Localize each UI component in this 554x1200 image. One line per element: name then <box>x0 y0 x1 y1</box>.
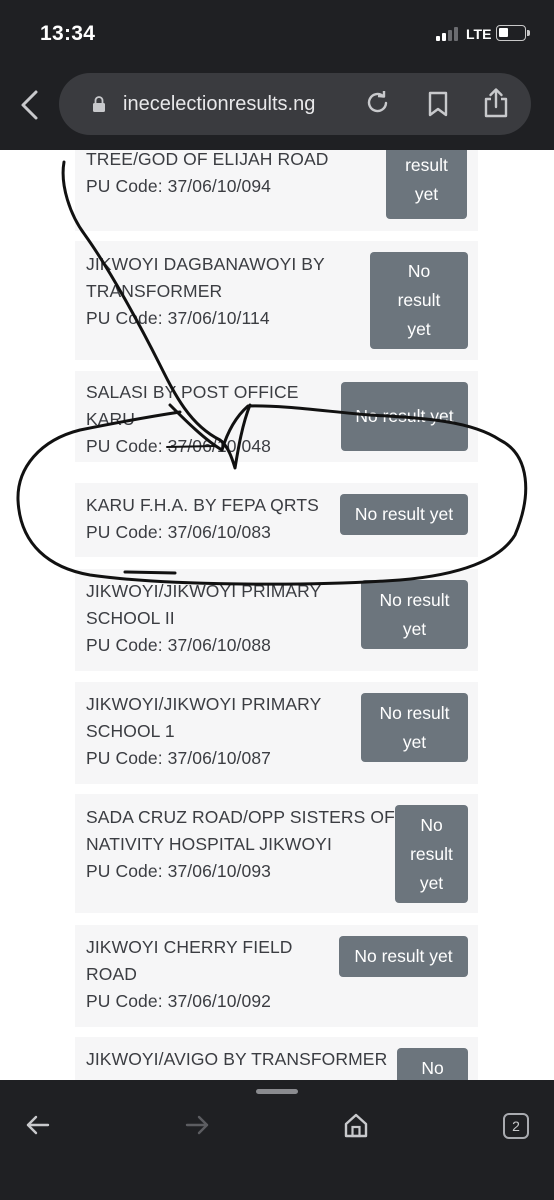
url-text[interactable]: inecelectionresults.ng <box>123 93 315 116</box>
status-badge: No result yet <box>395 805 468 903</box>
status-badge: No result yet <box>361 580 468 649</box>
browser-bottom-bar: 2 <box>0 1080 554 1200</box>
tab-switcher-button[interactable]: 2 <box>503 1113 529 1139</box>
list-item: SALASI BY POST OFFICE KARU PU Code: 37/0… <box>75 371 478 462</box>
status-badge: result yet <box>386 150 467 219</box>
polling-unit-code: PU Code: 37/06/10/048 <box>86 436 272 456</box>
polling-unit-code: PU Code: 37/06/10/093 <box>86 861 272 881</box>
status-badge: No <box>397 1048 468 1080</box>
polling-unit-code: PU Code: 37/06/10/083 <box>86 522 272 542</box>
polling-unit-code: PU Code: 37/06/10/088 <box>86 635 272 655</box>
reload-icon[interactable] <box>364 90 392 118</box>
page-content: TREE/GOD OF ELIJAH ROAD PU Code: 37/06/1… <box>0 150 554 1080</box>
back-button[interactable] <box>16 88 46 122</box>
polling-unit-name: JIKWOYI/JIKWOYI PRIMARY SCHOOL 1 <box>86 694 322 741</box>
list-item: JIKWOYI CHERRY FIELD ROAD PU Code: 37/06… <box>75 925 478 1027</box>
status-bar: 13:34 LTE <box>0 0 554 66</box>
drag-handle[interactable] <box>256 1089 298 1094</box>
list-item: JIKWOYI/JIKWOYI PRIMARY SCHOOL II PU Cod… <box>75 569 478 671</box>
polling-unit-name: JIKWOYI/JIKWOYI PRIMARY SCHOOL II <box>86 581 322 628</box>
status-badge: No result yet <box>340 494 468 535</box>
list-item: SADA CRUZ ROAD/OPP SISTERS OF NATIVITY H… <box>75 794 478 913</box>
browser-top-bar: 13:34 LTE inecelectionresults.ng <box>0 0 554 150</box>
status-badge: No result yet <box>361 693 468 762</box>
polling-unit-name: JIKWOYI CHERRY FIELD ROAD <box>86 937 293 984</box>
polling-unit-code: PU Code: 37/06/10/087 <box>86 748 272 768</box>
polling-unit-code: PU Code: 37/06/10/092 <box>86 991 272 1011</box>
back-arrow-icon[interactable] <box>25 1114 51 1136</box>
status-badge: No result yet <box>339 936 468 977</box>
list-item: JIKWOYI/JIKWOYI PRIMARY SCHOOL 1 PU Code… <box>75 682 478 784</box>
polling-unit-name: JIKWOYI/AVIGO BY TRANSFORMER <box>86 1049 388 1069</box>
list-item: KARU F.H.A. BY FEPA QRTS PU Code: 37/06/… <box>75 483 478 557</box>
lock-icon <box>93 96 105 112</box>
bookmark-icon[interactable] <box>426 91 450 117</box>
status-badge: No result yet <box>370 252 468 349</box>
address-bar[interactable]: inecelectionresults.ng <box>59 73 531 135</box>
polling-unit-code: PU Code: 37/06/10/094 <box>86 176 272 196</box>
battery-icon <box>496 25 530 41</box>
list-item: TREE/GOD OF ELIJAH ROAD PU Code: 37/06/1… <box>75 150 478 231</box>
polling-unit-name: JIKWOYI DAGBANAWOYI BY TRANSFORMER <box>86 254 325 301</box>
forward-arrow-icon[interactable] <box>184 1114 210 1136</box>
home-icon[interactable] <box>343 1112 369 1138</box>
chevron-left-icon <box>21 90 38 120</box>
list-item: JIKWOYI/AVIGO BY TRANSFORMER No <box>75 1037 478 1080</box>
signal-icon <box>436 27 462 41</box>
status-badge: No result yet <box>341 382 468 451</box>
polling-unit-code: PU Code: 37/06/10/114 <box>86 308 270 328</box>
share-icon[interactable] <box>482 87 510 119</box>
list-item: JIKWOYI DAGBANAWOYI BY TRANSFORMER PU Co… <box>75 241 478 360</box>
status-time: 13:34 <box>40 22 96 45</box>
polling-unit-name: TREE/GOD OF ELIJAH ROAD <box>86 150 329 169</box>
network-type: LTE <box>466 26 492 42</box>
polling-unit-name: SADA CRUZ ROAD/OPP SISTERS OF NATIVITY H… <box>86 807 395 854</box>
polling-unit-name: SALASI BY POST OFFICE KARU <box>86 382 299 429</box>
polling-unit-name: KARU F.H.A. BY FEPA QRTS <box>86 495 319 515</box>
